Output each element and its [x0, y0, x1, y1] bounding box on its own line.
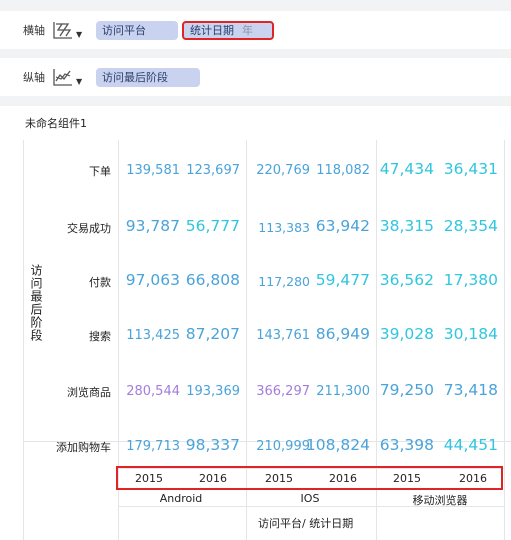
table-cell[interactable]: 28,354 — [444, 217, 498, 235]
table-cell[interactable]: 79,250 — [380, 381, 434, 399]
table-cell[interactable]: 113,383 — [258, 220, 310, 235]
table-cell[interactable]: 117,280 — [258, 274, 310, 289]
horizontal-axis-bar: 横轴 ▼ 访问平台 统计日期 年 — [0, 11, 511, 49]
component-title: 未命名组件1 — [25, 117, 87, 130]
row-label: 浏览商品 — [67, 386, 111, 399]
table-cell[interactable]: 123,697 — [186, 163, 240, 178]
table-cell[interactable]: 366,297 — [256, 384, 310, 399]
line-chart-icon — [53, 69, 72, 86]
horizontal-axis-title: 访问平台/ 统计日期 — [258, 517, 354, 530]
row-label: 添加购物车 — [56, 441, 111, 454]
table-cell[interactable]: 39,028 — [380, 325, 434, 343]
table-cell[interactable]: 93,787 — [126, 217, 180, 235]
area-chart-icon — [53, 22, 72, 39]
table-cell[interactable]: 63,398 — [380, 436, 434, 454]
table-cell[interactable]: 139,581 — [126, 163, 180, 178]
table-cell[interactable]: 211,300 — [316, 384, 370, 399]
horizontal-axis-chart-type[interactable]: ▼ — [52, 20, 96, 40]
table-cell[interactable]: 36,562 — [380, 271, 434, 289]
table-cell[interactable]: 17,380 — [444, 271, 498, 289]
vertical-axis-label: 纵轴 — [23, 71, 45, 84]
table-cell[interactable]: 143,761 — [256, 328, 310, 343]
table-cell[interactable]: 98,337 — [186, 436, 240, 454]
row-label: 搜索 — [89, 330, 111, 343]
chevron-down-icon[interactable]: ▼ — [76, 77, 82, 86]
table-cell[interactable]: 36,431 — [444, 160, 498, 178]
table-cell[interactable]: 56,777 — [186, 217, 240, 235]
table-cell[interactable]: 118,082 — [316, 163, 370, 178]
chevron-down-icon[interactable]: ▼ — [76, 30, 82, 39]
component-panel: 未命名组件1 访问最后阶段 访问平台/ 统计日期 下单 交易成功 付款 搜索 浏览商品添… — [0, 106, 511, 540]
table-cell[interactable]: 220,769 — [256, 163, 310, 178]
field-stat-date-unit: 年 — [242, 24, 253, 37]
row-label: 下单 — [89, 165, 111, 178]
table-cell[interactable]: 193,369 — [186, 384, 240, 399]
platform-label: Android — [159, 492, 203, 505]
field-stat-date[interactable]: 统计日期 年 — [182, 20, 274, 40]
table-cell[interactable]: 179,713 — [126, 439, 180, 454]
platform-label: 移动浏览器 — [412, 494, 468, 507]
table-cell[interactable]: 30,184 — [444, 325, 498, 343]
table-cell[interactable]: 113,425 — [126, 328, 180, 343]
row-label: 付款 — [89, 276, 111, 289]
table-cell[interactable]: 63,942 — [316, 217, 370, 235]
table-cell[interactable]: 66,808 — [186, 271, 240, 289]
block-divider — [504, 140, 505, 540]
table-cell[interactable]: 280,544 — [126, 384, 180, 399]
field-last-access-stage[interactable]: 访问最后阶段 — [96, 67, 200, 87]
table-cell[interactable]: 86,949 — [316, 325, 370, 343]
table-cell[interactable]: 44,451 — [444, 436, 498, 454]
table-cell[interactable]: 87,207 — [186, 325, 240, 343]
row-label: 交易成功 — [67, 222, 111, 235]
platform-label: IOS — [300, 492, 320, 505]
table-cell[interactable]: 38,315 — [380, 217, 434, 235]
horizontal-axis-label: 横轴 — [23, 24, 45, 37]
vertical-axis-chart-type[interactable]: ▼ — [52, 67, 96, 87]
field-access-platform[interactable]: 访问平台 — [96, 20, 178, 40]
table-cell[interactable]: 73,418 — [444, 381, 498, 399]
vertical-axis-bar: 纵轴 ▼ 访问最后阶段 — [0, 58, 511, 96]
year-highlight-box — [116, 466, 503, 490]
table-cell[interactable]: 47,434 — [380, 160, 434, 178]
table-cell[interactable]: 210,999 — [256, 439, 310, 454]
table-cell[interactable]: 108,824 — [306, 436, 370, 454]
field-stat-date-label: 统计日期 — [190, 24, 234, 37]
table-cell[interactable]: 97,063 — [126, 271, 180, 289]
table-cell[interactable]: 59,477 — [316, 271, 370, 289]
